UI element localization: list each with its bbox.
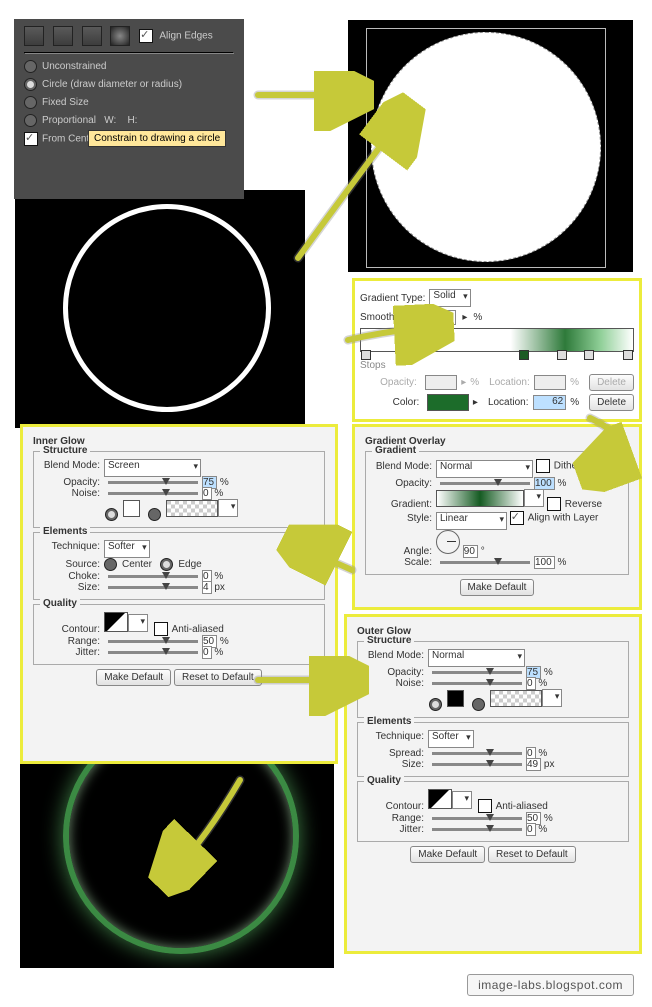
stop-opacity-input <box>425 375 457 390</box>
color-swatch[interactable] <box>427 394 469 411</box>
blend-mode-select[interactable]: Normal <box>436 460 533 478</box>
smoothness-input[interactable]: 100 <box>422 310 456 325</box>
gradient-stop[interactable] <box>584 350 594 360</box>
proportional-row[interactable]: Proportional W: H: <box>24 114 234 127</box>
combine-icon[interactable] <box>82 26 102 46</box>
make-default-button[interactable]: Make Default <box>96 669 171 686</box>
unconstrained-row[interactable]: Unconstrained <box>24 60 234 73</box>
choke-slider[interactable] <box>108 575 198 578</box>
stop-location-input <box>534 375 566 390</box>
white-ring <box>63 204 271 412</box>
opacity-slider[interactable] <box>432 671 522 674</box>
angle-input[interactable]: 90 <box>463 545 478 558</box>
spread-slider[interactable] <box>432 752 522 755</box>
gradient-bar[interactable] <box>360 328 634 352</box>
blend-mode-select[interactable]: Normal <box>428 649 525 667</box>
fill-icon[interactable] <box>24 26 44 46</box>
technique-select[interactable]: Softer <box>428 730 474 748</box>
size-input[interactable]: 49 <box>526 758 541 771</box>
contour-picker[interactable] <box>104 612 128 632</box>
make-default-button[interactable]: Make Default <box>460 579 535 596</box>
gradient-editor-panel: Gradient Type:Solid Smoothness:100▸% Sto… <box>352 278 642 422</box>
size-slider[interactable] <box>108 586 198 589</box>
scale-slider[interactable] <box>440 561 530 564</box>
gradient-stop[interactable] <box>557 350 567 360</box>
color-swatch[interactable] <box>123 500 140 517</box>
gradient-overlay-panel: Gradient Overlay Gradient Blend Mode:Nor… <box>352 424 642 610</box>
radio-icon <box>24 60 37 73</box>
color-location-input[interactable]: 62 <box>533 395 567 410</box>
noise-slider[interactable] <box>108 492 198 495</box>
align-layer-checkbox[interactable] <box>510 511 524 525</box>
size-input[interactable]: 4 <box>202 581 212 594</box>
size-slider[interactable] <box>432 763 522 766</box>
gradient-preview[interactable] <box>436 490 524 507</box>
range-slider[interactable] <box>108 640 198 643</box>
jitter-slider[interactable] <box>108 651 198 654</box>
gradient-type-label: Gradient Type: <box>360 293 425 304</box>
make-default-button[interactable]: Make Default <box>410 846 485 863</box>
noise-slider[interactable] <box>432 682 522 685</box>
white-circle-canvas <box>348 20 633 272</box>
smoothness-label: Smoothness: <box>360 312 418 323</box>
delete-button: Delete <box>589 374 634 391</box>
blend-mode-select[interactable]: Screen <box>104 459 201 477</box>
circle-row[interactable]: Circle (draw diameter or radius) <box>24 78 234 91</box>
color-swatch[interactable] <box>447 690 464 707</box>
scale-input[interactable]: 100 <box>534 556 555 569</box>
style-select[interactable]: Linear <box>436 512 507 530</box>
antialiased-checkbox[interactable] <box>478 799 492 813</box>
source-edge-radio[interactable] <box>160 558 173 571</box>
align-edges-label: Align Edges <box>159 31 212 42</box>
bounding-box <box>366 28 606 268</box>
gradient-picker[interactable] <box>166 500 218 517</box>
antialiased-checkbox[interactable] <box>154 622 168 636</box>
opacity-slider[interactable] <box>108 481 198 484</box>
inner-glow-panel: Inner Glow Structure Blend Mode:Screen O… <box>20 424 338 764</box>
glow-gradient-radio[interactable] <box>472 698 485 711</box>
opacity-slider[interactable] <box>440 482 530 485</box>
toolbar-row: Align Edges <box>24 26 234 46</box>
angle-dial[interactable] <box>436 530 460 554</box>
align-edges-checkbox[interactable] <box>139 29 153 43</box>
stops-label: Stops <box>360 360 386 371</box>
radio-on-icon <box>24 78 37 91</box>
gear-icon[interactable] <box>110 26 130 46</box>
gradient-stop[interactable] <box>519 350 529 360</box>
gradient-stop[interactable] <box>361 350 371 360</box>
gradient-type-select[interactable]: Solid <box>429 289 470 307</box>
tool-options-panel: Align Edges Unconstrained Circle (draw d… <box>14 19 244 199</box>
reset-default-button[interactable]: Reset to Default <box>488 846 576 863</box>
dither-checkbox[interactable] <box>536 459 550 473</box>
fixed-size-row[interactable]: Fixed Size <box>24 96 234 109</box>
jitter-input[interactable]: 0 <box>526 823 536 836</box>
jitter-slider[interactable] <box>432 828 522 831</box>
reset-default-button[interactable]: Reset to Default <box>174 669 262 686</box>
source-center-radio[interactable] <box>104 558 117 571</box>
glow-color-radio[interactable] <box>105 508 118 521</box>
align-icon[interactable] <box>53 26 73 46</box>
radio-icon <box>24 96 37 109</box>
white-ring-canvas <box>15 190 305 428</box>
jitter-input[interactable]: 0 <box>202 646 212 659</box>
gradient-picker[interactable] <box>490 690 542 707</box>
radio-icon <box>24 114 37 127</box>
glow-gradient-radio[interactable] <box>148 508 161 521</box>
technique-select[interactable]: Softer <box>104 540 150 558</box>
reverse-checkbox[interactable] <box>547 497 561 511</box>
range-slider[interactable] <box>432 817 522 820</box>
credit-badge: image-labs.blogspot.com <box>467 974 634 996</box>
from-center-checkbox <box>24 132 38 146</box>
gradient-stop[interactable] <box>623 350 633 360</box>
delete-button[interactable]: Delete <box>589 394 634 411</box>
contour-picker[interactable] <box>428 789 452 809</box>
tooltip: Constrain to drawing a circle <box>88 130 226 147</box>
glow-color-radio[interactable] <box>429 698 442 711</box>
outer-glow-panel: Outer Glow Structure Blend Mode:Normal O… <box>344 614 642 954</box>
